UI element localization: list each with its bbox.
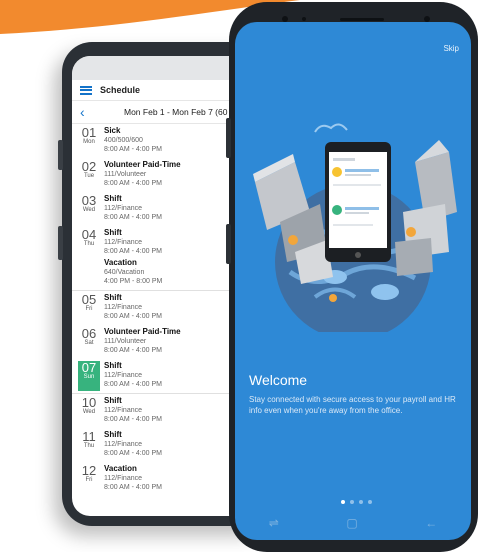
onboarding-screen: Skip Welcome Stay connected with secure …	[235, 22, 471, 540]
day-number: 06	[81, 326, 97, 341]
recent-apps-icon[interactable]: ⇌	[269, 516, 279, 530]
day-date-badge: 05 Fri	[78, 293, 100, 323]
day-date-badge: 07 Sun	[78, 361, 100, 391]
page-dot[interactable]	[368, 500, 372, 504]
day-date-badge: 03 Wed	[78, 194, 100, 224]
day-number: 05	[81, 292, 97, 307]
page-dot[interactable]	[350, 500, 354, 504]
page-dot[interactable]	[359, 500, 363, 504]
day-date-badge: 06 Sat	[78, 327, 100, 357]
side-button	[226, 224, 231, 264]
welcome-description: Stay connected with secure access to you…	[249, 395, 456, 415]
day-weekday: Thu	[83, 443, 95, 449]
day-number: 07	[81, 360, 97, 375]
app-title: Schedule	[100, 85, 141, 95]
day-date-badge: 12 Fri	[78, 464, 100, 494]
day-date-badge: 02 Tue	[78, 160, 100, 190]
system-nav-bar: ⇌ ▢ ←	[235, 506, 471, 540]
day-weekday: Sun	[83, 374, 95, 380]
day-date-badge: 10 Wed	[78, 396, 100, 426]
day-number: 11	[82, 429, 96, 444]
day-weekday: Fri	[85, 306, 93, 312]
day-weekday: Thu	[83, 241, 95, 247]
page-indicator	[341, 500, 372, 504]
hamburger-icon[interactable]	[80, 85, 92, 95]
day-date-badge: 01 Mon	[78, 126, 100, 156]
day-weekday: Sat	[84, 340, 94, 346]
day-date-badge: 04 Thu	[78, 228, 100, 288]
side-button	[58, 226, 63, 260]
day-number: 01	[81, 125, 97, 140]
speaker-grille	[340, 18, 384, 21]
back-arrow-icon[interactable]: ←	[425, 516, 437, 530]
day-number: 12	[81, 463, 97, 478]
chevron-left-icon[interactable]: ‹	[80, 104, 94, 120]
volume-button	[58, 140, 63, 170]
day-weekday: Tue	[83, 173, 95, 179]
day-weekday: Fri	[85, 477, 93, 483]
day-weekday: Wed	[82, 207, 96, 213]
day-number: 03	[81, 193, 97, 208]
welcome-illustration	[253, 123, 457, 332]
day-weekday: Wed	[82, 409, 96, 415]
day-weekday: Mon	[83, 139, 95, 145]
volume-button	[226, 118, 231, 158]
date-range-label: Mon Feb 1 - Mon Feb 7 (60	[124, 107, 228, 117]
day-number: 02	[81, 159, 97, 174]
welcome-heading: Welcome	[249, 372, 308, 388]
sensor-icon	[302, 17, 306, 21]
day-number: 04	[81, 227, 97, 242]
home-icon[interactable]: ▢	[346, 516, 357, 530]
day-date-badge: 11 Thu	[78, 430, 100, 460]
skip-button[interactable]: Skip	[443, 44, 459, 53]
day-number: 10	[81, 395, 97, 410]
page-dot[interactable]	[341, 500, 345, 504]
